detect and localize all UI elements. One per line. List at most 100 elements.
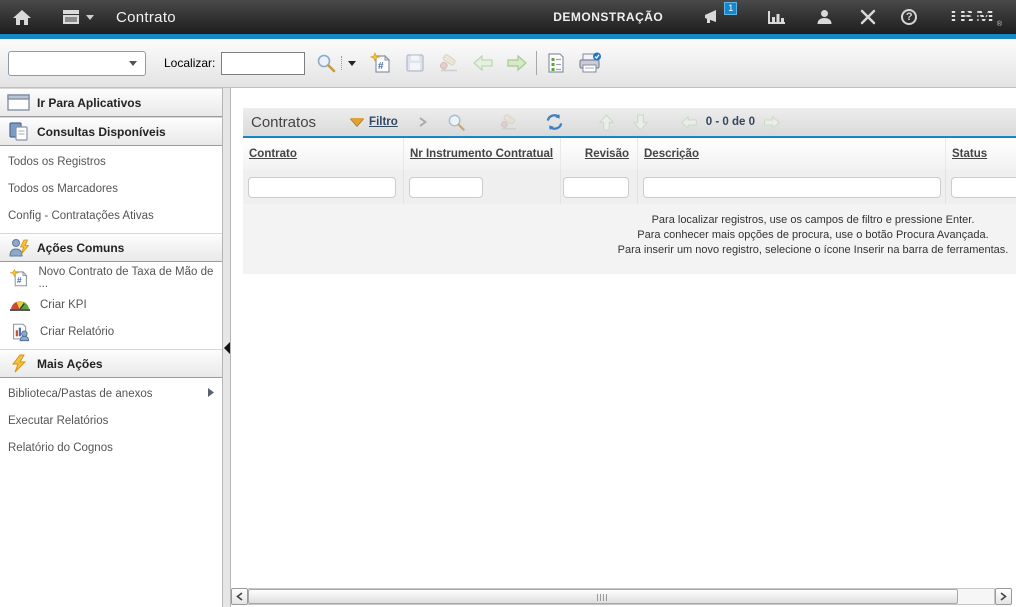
notification-badge: 1 (724, 2, 737, 15)
bar-chart-icon (767, 10, 786, 25)
sidebar-section-available-queries[interactable]: Consultas Disponíveis (0, 117, 222, 146)
sidebar-splitter[interactable] (222, 88, 231, 607)
query-item-todos-os-registros[interactable]: Todos os Registros (0, 148, 222, 175)
column-header-descricao[interactable]: Descrição (637, 138, 945, 170)
column-header-nr-instrumento[interactable]: Nr Instrumento Contratual (403, 138, 560, 170)
create-report-icon (8, 322, 32, 342)
horizontal-scrollbar (231, 588, 1012, 605)
svg-text:#: # (17, 275, 22, 285)
query-item-todos-os-marcadores[interactable]: Todos os Marcadores (0, 175, 222, 202)
record-combobox[interactable] (8, 51, 146, 76)
sidebar: Ir Para Aplicativos Consultas Disponívei… (0, 88, 222, 607)
localizar-label: Localizar: (164, 56, 215, 70)
action-item-novo-contrato[interactable]: # Novo Contrato de Taxa de Mão de ... (0, 264, 222, 291)
action-item-biblioteca-pastas-anexos[interactable]: Biblioteca/Pastas de anexos (0, 380, 222, 407)
profile-button[interactable] (816, 9, 833, 25)
available-queries-list: Todos os Registros Todos os Marcadores C… (0, 146, 222, 233)
main-content: Contratos Filtro (231, 88, 1016, 607)
app-switcher-button[interactable] (60, 9, 94, 25)
filter-triangle-icon (350, 118, 364, 126)
column-header-contrato[interactable]: Contrato (243, 138, 403, 170)
chevron-right-icon (419, 117, 427, 127)
query-item-config-contratacoes-ativas[interactable]: Config - Contratações Ativas (0, 202, 222, 229)
table-clear-button[interactable] (498, 111, 520, 133)
person-icon (816, 9, 833, 25)
table-toolbar: Contratos Filtro (243, 108, 1016, 138)
stacked-windows-icon (60, 9, 82, 25)
queries-icon (5, 122, 33, 141)
filter-toggle[interactable]: Filtro (350, 116, 398, 128)
previous-record-button[interactable] (470, 51, 496, 75)
action-item-relatorio-do-cognos[interactable]: Relatório do Cognos (0, 434, 222, 461)
save-button[interactable] (402, 51, 428, 75)
svg-text:#: # (378, 61, 384, 72)
search-button[interactable] (313, 51, 339, 75)
select-action-button[interactable] (543, 51, 569, 75)
arrow-left-icon (680, 115, 698, 130)
checklist-icon (546, 52, 566, 74)
scrollbar-thumb[interactable] (248, 589, 958, 604)
chevron-down-icon (86, 15, 94, 20)
combobox-arrow-icon (129, 61, 137, 66)
expand-filter-chevron[interactable] (412, 111, 434, 133)
search-options-button[interactable] (344, 51, 360, 75)
sidebar-section-go-to-applications[interactable]: Ir Para Aplicativos (0, 88, 222, 117)
refresh-button[interactable] (544, 111, 566, 133)
sidebar-section-common-actions[interactable]: Ações Comuns (0, 233, 222, 262)
filter-input-revisao[interactable] (563, 177, 629, 198)
help-line-3: Para inserir um novo registro, selecione… (243, 243, 1016, 258)
announcements-button[interactable]: 1 (703, 9, 725, 25)
filter-input-descricao[interactable] (643, 177, 941, 198)
filter-input-nr-instrumento[interactable] (409, 177, 483, 198)
filter-input-contrato[interactable] (248, 177, 396, 198)
environment-label: DEMONSTRAÇÃO (553, 10, 663, 24)
table-header-row: Contrato Nr Instrumento Contratual Revis… (243, 138, 1016, 170)
sidebar-section-more-actions[interactable]: Mais Ações (0, 349, 222, 378)
scroll-left-icon (236, 592, 243, 601)
empty-table-help: Para localizar registros, use os campos … (243, 204, 1016, 274)
previous-page-button[interactable] (678, 111, 700, 133)
column-header-revisao[interactable]: Revisão (560, 138, 637, 170)
help-line-2: Para conhecer mais opções de procura, us… (243, 228, 1016, 243)
previous-row-button[interactable] (596, 111, 618, 133)
arrow-up-icon (598, 113, 615, 132)
clear-changes-button[interactable] (436, 51, 462, 75)
main-toolbar: Localizar: # (0, 39, 1016, 88)
arrow-left-icon (472, 54, 494, 72)
arrow-down-icon (632, 113, 649, 132)
filter-input-status[interactable] (951, 177, 1016, 198)
new-record-button[interactable]: # (368, 51, 394, 75)
printer-icon (578, 52, 602, 74)
common-actions-list: # Novo Contrato de Taxa de Mão de ... Cr… (0, 262, 222, 349)
more-actions-list: Biblioteca/Pastas de anexos Executar Rel… (0, 378, 222, 465)
action-item-criar-kpi[interactable]: Criar KPI (0, 291, 222, 318)
dotted-separator (341, 56, 342, 70)
scrollbar-track[interactable] (248, 588, 995, 605)
lightning-bolt-icon (5, 354, 33, 373)
localizar-input[interactable] (221, 52, 305, 75)
arrow-right-icon (763, 115, 781, 130)
scroll-left-button[interactable] (231, 588, 248, 605)
chevron-down-icon (348, 61, 356, 66)
home-icon[interactable] (12, 9, 32, 26)
next-row-button[interactable] (630, 111, 652, 133)
print-button[interactable] (577, 51, 603, 75)
reports-button[interactable] (767, 10, 786, 25)
column-header-status[interactable]: Status (945, 138, 1016, 170)
table-title: Contratos (251, 114, 316, 131)
action-item-criar-relatorio[interactable]: Criar Relatório (0, 318, 222, 345)
help-icon: ? (901, 9, 917, 25)
next-record-button[interactable] (504, 51, 530, 75)
refresh-icon (545, 113, 564, 131)
top-bar: Contrato DEMONSTRAÇÃO 1 (0, 0, 1016, 34)
action-item-executar-relatorios[interactable]: Executar Relatórios (0, 407, 222, 434)
logout-button[interactable] (860, 9, 876, 25)
page-title: Contrato (116, 9, 176, 26)
collapse-sidebar-handle[interactable] (224, 342, 230, 354)
table-search-button[interactable] (446, 111, 468, 133)
next-page-button[interactable] (761, 111, 783, 133)
search-icon (316, 53, 336, 73)
contracts-table: Contratos Filtro (243, 108, 1016, 274)
scroll-right-button[interactable] (995, 588, 1012, 605)
help-button[interactable]: ? (901, 9, 917, 25)
